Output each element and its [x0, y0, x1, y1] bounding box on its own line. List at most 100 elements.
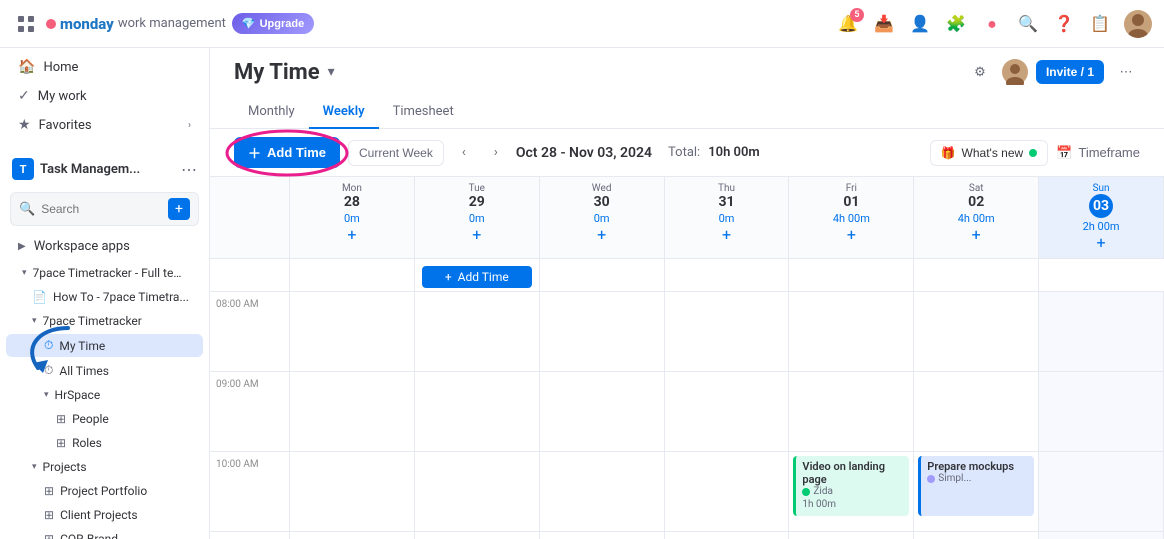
tree-item-hrspace[interactable]: ▾ HrSpace: [6, 384, 203, 406]
mon-num: 28: [298, 194, 406, 210]
sidebar-add-button[interactable]: +: [168, 198, 190, 220]
main-layout: 🏠 Home ✓ My work ★ Favorites › T Task Ma…: [0, 48, 1164, 539]
tab-timesheet[interactable]: Timesheet: [379, 96, 468, 129]
bell-icon[interactable]: 🔔 5: [836, 12, 860, 36]
template-icon[interactable]: 📋: [1088, 12, 1112, 36]
inbox-icon[interactable]: 📥: [872, 12, 896, 36]
gutter-add: [210, 259, 290, 291]
plus-icon-inline: +: [445, 270, 452, 284]
header-avatar[interactable]: [1002, 59, 1028, 85]
prev-week-button[interactable]: ‹: [452, 141, 476, 165]
mon-add-btn[interactable]: +: [298, 225, 406, 244]
sat-time: 4h 00m: [922, 212, 1030, 225]
help-icon[interactable]: ❓: [1052, 12, 1076, 36]
fri-time: 4h 00m: [797, 212, 905, 225]
tree-label-my-time: My Time: [59, 339, 105, 353]
sidebar-item-favorites[interactable]: ★ Favorites ›: [6, 111, 203, 139]
add-time-inline-button[interactable]: + Add Time: [422, 266, 532, 288]
event-dot-video: [802, 488, 810, 496]
event-prepare-mockups-sat[interactable]: Prepare mockups Simpl...: [918, 456, 1034, 516]
sun-num: 03: [1089, 194, 1113, 218]
tree-item-cor-brand[interactable]: ⊞ COR-Brand: [6, 528, 203, 539]
sun-9am: [1039, 372, 1163, 452]
more-options-icon[interactable]: ⋯: [1112, 58, 1140, 86]
invite-icon[interactable]: 👤: [908, 12, 932, 36]
tree-item-projects[interactable]: ▾ Projects: [6, 456, 203, 478]
board-icon: ⊞: [56, 412, 66, 426]
my-work-icon: ✓: [18, 88, 30, 104]
apps-grid-icon[interactable]: [12, 10, 40, 38]
tabs-row: Monthly Weekly Timesheet: [234, 96, 1140, 128]
tree-item-7pace-tracker[interactable]: ▾ 7pace Timetracker: [6, 310, 203, 332]
day-col-tue: [415, 292, 540, 539]
upgrade-button[interactable]: 💎 Upgrade: [232, 13, 314, 34]
timeframe-button[interactable]: 📅 Timeframe: [1056, 145, 1140, 161]
tree-item-project-portfolio[interactable]: ⊞ Project Portfolio: [6, 480, 203, 502]
mon-label: Mon: [298, 183, 406, 194]
cal-header-sat: Sat 02 4h 00m +: [914, 177, 1039, 258]
sidebar-my-work-label: My work: [38, 89, 191, 104]
time-8am-label: 08:00 AM: [216, 299, 259, 310]
add-time-banner-row: + Add Time: [210, 259, 1164, 292]
sidebar-home-label: Home: [43, 60, 191, 75]
tue-add-btn[interactable]: +: [423, 225, 531, 244]
sidebar-item-home[interactable]: 🏠 Home: [6, 53, 203, 81]
board-icon-5: ⊞: [44, 532, 54, 539]
logo-dot: [46, 19, 56, 29]
page-title: My Time: [234, 60, 320, 85]
apps-icon[interactable]: 🧩: [944, 12, 968, 36]
add-time-inline-label: Add Time: [458, 270, 509, 284]
search-icon[interactable]: 🔍: [1016, 12, 1040, 36]
tree-item-my-time[interactable]: ⏱ My Time: [6, 334, 203, 357]
tree-item-people[interactable]: ⊞ People: [6, 408, 203, 430]
tab-monthly[interactable]: Monthly: [234, 96, 309, 129]
tree-item-how-to[interactable]: 📄 How To - 7pace Timetra...: [6, 286, 203, 308]
integrations-icon[interactable]: ●: [980, 12, 1004, 36]
thu-9am: [665, 372, 789, 452]
whats-new-button[interactable]: 🎁 What's new: [930, 140, 1049, 166]
tue-8am: [415, 292, 539, 372]
thu-label: Thu: [673, 183, 781, 194]
sidebar-item-workspace-apps[interactable]: ▶ Workspace apps: [6, 233, 203, 260]
sidebar-nav-section: 🏠 Home ✓ My work ★ Favorites ›: [0, 48, 209, 144]
add-time-button[interactable]: ＋ Add Time: [234, 137, 340, 168]
collapse-icon: ▾: [22, 268, 27, 278]
invite-button[interactable]: Invite / 1: [1036, 60, 1104, 84]
workspace-row[interactable]: T Task Managem... ⋯: [0, 152, 209, 186]
sat-add-btn[interactable]: +: [922, 225, 1030, 244]
time-slot-8am: 08:00 AM: [210, 292, 290, 372]
tree-label-client-projects: Client Projects: [60, 508, 138, 522]
page-title-dropdown-icon[interactable]: ▾: [328, 64, 335, 80]
tue-10am: [415, 452, 539, 532]
tab-weekly[interactable]: Weekly: [309, 96, 379, 129]
settings-icon[interactable]: ⚙: [966, 58, 994, 86]
whats-new-label: What's new: [962, 146, 1024, 160]
search-input[interactable]: [41, 202, 162, 216]
fri-add-row: [789, 259, 914, 291]
fri-add-btn[interactable]: +: [797, 225, 905, 244]
notification-badge: 5: [850, 8, 864, 22]
tree-item-roles[interactable]: ⊞ Roles: [6, 432, 203, 454]
tree-item-7pace-full[interactable]: ▾ 7pace Timetracker - Full templ...: [6, 262, 203, 284]
add-time-btn-wrapper: ＋ Add Time: [234, 137, 340, 168]
wed-8am: [540, 292, 664, 372]
event-video-landing[interactable]: Video on landing page Zida 1h 00m: [793, 456, 909, 516]
thu-time: 0m: [673, 212, 781, 225]
tree-item-client-projects[interactable]: ⊞ Client Projects: [6, 504, 203, 526]
user-avatar[interactable]: [1124, 10, 1152, 38]
sun-11am: [1039, 532, 1163, 539]
next-week-button[interactable]: ›: [484, 141, 508, 165]
sidebar-search[interactable]: 🔍 +: [10, 192, 199, 226]
current-week-button[interactable]: Current Week: [348, 140, 444, 166]
top-bar-left: monday work management 💎 Upgrade: [12, 10, 314, 38]
tue-label: Tue: [423, 183, 531, 194]
logo-sub: work management: [118, 16, 226, 31]
wed-add-btn[interactable]: +: [548, 225, 656, 244]
workspace-more-icon[interactable]: ⋯: [181, 160, 197, 179]
tree-item-all-times[interactable]: ⏱ All Times: [6, 359, 203, 382]
sidebar-item-my-work[interactable]: ✓ My work: [6, 82, 203, 110]
thu-add-btn[interactable]: +: [673, 225, 781, 244]
wed-10am: [540, 452, 664, 532]
sun-add-btn[interactable]: +: [1047, 233, 1155, 252]
time-slot-9am: 09:00 AM: [210, 372, 290, 452]
